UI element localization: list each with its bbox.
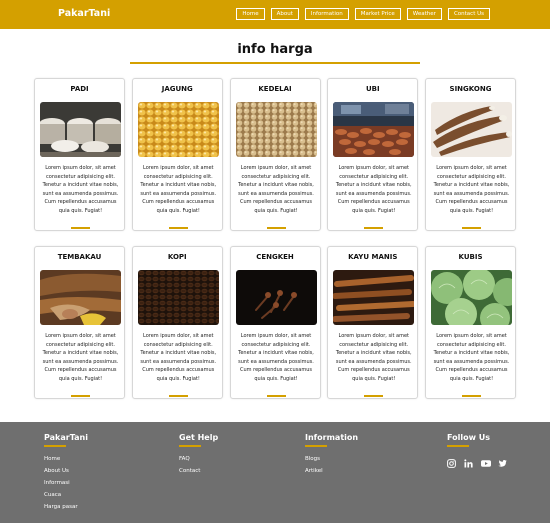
social-links bbox=[447, 453, 507, 468]
instagram-icon[interactable] bbox=[447, 453, 456, 468]
card-description: Lorem ipsum dolor, sit amet consectetur … bbox=[433, 165, 510, 214]
footer-col-brand: PakarTani Home About Us Informasi Cuaca … bbox=[44, 433, 88, 513]
card-title: KOPI bbox=[167, 253, 187, 261]
soybeans-image bbox=[235, 102, 317, 157]
cinnamon-image bbox=[333, 270, 415, 325]
card-kayu-manis[interactable]: KAYU MANIS Lorem ipsum dolor, sit amet c… bbox=[327, 246, 419, 399]
footer-link-cuaca[interactable]: Cuaca bbox=[44, 489, 88, 501]
card-title: JAGUNG bbox=[161, 85, 193, 93]
nav-weather[interactable]: Weather bbox=[406, 8, 442, 20]
footer-col-help: Get Help FAQ Contact bbox=[179, 433, 218, 477]
card-accent-line bbox=[71, 227, 90, 229]
card-description: Lorem ipsum dolor, sit amet consectetur … bbox=[433, 333, 510, 382]
nav-home[interactable]: Home bbox=[236, 8, 265, 20]
card-row-1: PADI Lorem ipsum dolor, sit amet consect… bbox=[34, 78, 516, 231]
footer-col-follow: Follow Us bbox=[447, 433, 507, 468]
card-kubis[interactable]: KUBIS Lorem ipsum dolor, sit amet consec… bbox=[425, 246, 516, 399]
nav-about[interactable]: About bbox=[270, 8, 299, 20]
card-jagung[interactable]: JAGUNG Lorem ipsum dolor, sit amet conse… bbox=[131, 78, 223, 231]
cabbage-image bbox=[431, 270, 512, 325]
youtube-icon[interactable] bbox=[481, 453, 491, 467]
card-title: PADI bbox=[70, 85, 89, 93]
card-accent-line bbox=[462, 227, 481, 229]
card-accent-line bbox=[364, 227, 384, 229]
card-singkong[interactable]: SINGKONG Lorem ipsum dolor, sit amet con… bbox=[425, 78, 516, 231]
card-accent-line bbox=[71, 395, 90, 397]
card-description: Lorem ipsum dolor, sit amet consectetur … bbox=[140, 165, 217, 214]
footer-help-heading: Get Help bbox=[179, 433, 219, 442]
card-title: KUBIS bbox=[458, 253, 483, 261]
footer-link-home[interactable]: Home bbox=[44, 453, 88, 465]
rice-sacks-image bbox=[40, 102, 121, 157]
card-title: CENGKEH bbox=[256, 253, 294, 261]
corn-kernels-image bbox=[137, 102, 219, 157]
card-accent-line bbox=[266, 227, 286, 229]
page-title: info harga bbox=[237, 42, 313, 57]
card-description: Lorem ipsum dolor, sit amet consectetur … bbox=[335, 165, 412, 214]
footer-accent-line bbox=[179, 445, 201, 447]
card-description: Lorem ipsum dolor, sit amet consectetur … bbox=[140, 333, 217, 382]
card-kopi[interactable]: KOPI Lorem ipsum dolor, sit amet consect… bbox=[131, 246, 223, 399]
footer-link-harga-pasar[interactable]: Harga pasar bbox=[44, 501, 88, 513]
cassava-image bbox=[431, 102, 512, 157]
card-accent-line bbox=[462, 395, 481, 397]
footer-link-artikel[interactable]: Artikel bbox=[305, 465, 358, 477]
sweet-potato-market-image bbox=[333, 102, 415, 157]
footer-link-about-us[interactable]: About Us bbox=[44, 465, 88, 477]
card-title: SINGKONG bbox=[449, 85, 492, 93]
card-kedelai[interactable]: KEDELAI Lorem ipsum dolor, sit amet cons… bbox=[229, 78, 321, 231]
top-navbar: PakarTani Home About Information Market … bbox=[0, 0, 550, 29]
footer-accent-line bbox=[305, 445, 327, 447]
footer-link-faq[interactable]: FAQ bbox=[179, 453, 218, 465]
card-title: KAYU MANIS bbox=[348, 253, 398, 261]
nav-contact-us[interactable]: Contact Us bbox=[447, 8, 490, 20]
footer-accent-line bbox=[44, 445, 66, 447]
card-description: Lorem ipsum dolor, sit amet consectetur … bbox=[238, 333, 314, 382]
brand-logo[interactable]: PakarTani bbox=[58, 8, 110, 19]
footer-brand: PakarTani bbox=[44, 433, 88, 442]
card-accent-line bbox=[168, 227, 188, 229]
card-description: Lorem ipsum dolor, sit amet consectetur … bbox=[335, 333, 412, 382]
footer-follow-heading: Follow Us bbox=[447, 433, 491, 442]
card-description: Lorem ipsum dolor, sit amet consectetur … bbox=[238, 165, 314, 214]
card-cengkeh[interactable]: CENGKEH Lorem ipsum dolor, sit amet cons… bbox=[229, 246, 321, 399]
footer-accent-line bbox=[447, 445, 469, 447]
card-accent-line bbox=[266, 395, 286, 397]
nav-information[interactable]: Information bbox=[304, 8, 349, 20]
footer-link-contact[interactable]: Contact bbox=[179, 465, 218, 477]
coffee-beans-image bbox=[137, 270, 219, 325]
card-title: KEDELAI bbox=[258, 85, 292, 93]
tobacco-image bbox=[40, 270, 121, 325]
card-accent-line bbox=[168, 395, 188, 397]
card-padi[interactable]: PADI Lorem ipsum dolor, sit amet consect… bbox=[34, 78, 125, 231]
linkedin-icon[interactable] bbox=[464, 453, 473, 468]
card-row-2: TEMBAKAU Lorem ipsum dolor, sit amet con… bbox=[34, 246, 516, 399]
cloves-image bbox=[235, 270, 317, 325]
card-title: TEMBAKAU bbox=[57, 253, 102, 261]
card-ubi[interactable]: UBI Lorem ipsum dolor, sit amet consecte… bbox=[327, 78, 419, 231]
card-tembakau[interactable]: TEMBAKAU Lorem ipsum dolor, sit amet con… bbox=[34, 246, 125, 399]
twitter-icon[interactable] bbox=[498, 453, 507, 467]
footer: PakarTani Home About Us Informasi Cuaca … bbox=[0, 422, 550, 523]
footer-information-heading: Information bbox=[305, 433, 359, 442]
footer-link-informasi[interactable]: Informasi bbox=[44, 477, 88, 489]
nav-menu: Home About Information Market Price Weat… bbox=[236, 8, 490, 20]
card-accent-line bbox=[364, 395, 384, 397]
nav-market-price[interactable]: Market Price bbox=[354, 8, 401, 20]
footer-col-information: Information Blogs Artikel bbox=[305, 433, 358, 477]
title-underline bbox=[130, 62, 420, 64]
card-description: Lorem ipsum dolor, sit amet consectetur … bbox=[42, 333, 119, 382]
card-title: UBI bbox=[365, 85, 380, 93]
footer-link-blogs[interactable]: Blogs bbox=[305, 453, 358, 465]
card-description: Lorem ipsum dolor, sit amet consectetur … bbox=[42, 165, 119, 214]
